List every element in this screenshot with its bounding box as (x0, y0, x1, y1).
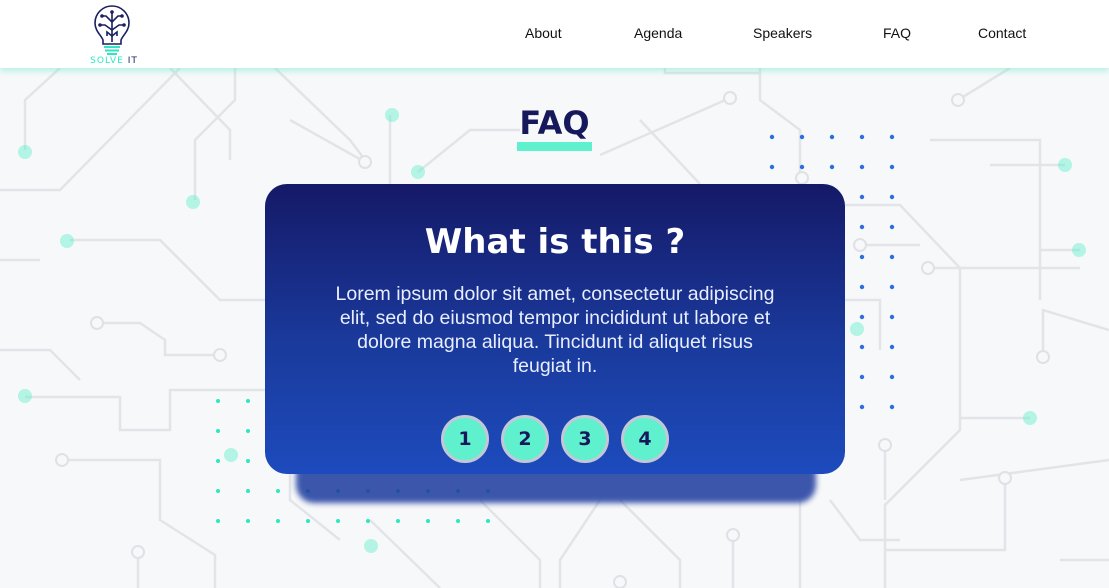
decor-dot (859, 374, 865, 380)
nav-link-speakers[interactable]: Speakers (753, 25, 812, 41)
faq-pagination: 1 2 3 4 (441, 415, 671, 463)
decor-dot (216, 399, 220, 403)
page-button-3[interactable]: 3 (561, 415, 609, 463)
decor-dot (889, 344, 895, 350)
faq-card: What is this ? Lorem ipsum dolor sit ame… (265, 184, 845, 474)
decor-dot (246, 399, 250, 403)
decor-dot (859, 194, 865, 200)
decor-dot (889, 194, 895, 200)
section-title: FAQ (517, 104, 592, 151)
decor-dot (859, 164, 865, 170)
decor-dot (889, 404, 895, 410)
faq-section-header: FAQ (0, 104, 1109, 151)
decor-dot (859, 314, 865, 320)
faq-answer: Lorem ipsum dolor sit amet, consectetur … (335, 283, 775, 377)
decor-dot (306, 519, 310, 523)
decor-dot (889, 224, 895, 230)
decor-dot (769, 164, 775, 170)
faq-question: What is this ? (424, 222, 686, 262)
decor-dot (216, 489, 220, 493)
nav-link-about[interactable]: About (525, 25, 562, 41)
decor-dot (216, 429, 220, 433)
logo-text-it: IT (127, 56, 138, 66)
decor-dot (859, 224, 865, 230)
decor-dot (799, 164, 805, 170)
navbar: SOLVE IT About Agenda Speakers FAQ Conta… (0, 0, 1109, 68)
logo-text: SOLVE IT (86, 56, 142, 66)
decor-dot (276, 489, 280, 493)
decor-dot (426, 519, 430, 523)
decor-dot (889, 314, 895, 320)
decor-dot (246, 429, 250, 433)
decor-dot (486, 519, 490, 523)
decor-dot (216, 519, 220, 523)
decor-dot (336, 519, 340, 523)
decor-dot (859, 404, 865, 410)
page-button-2[interactable]: 2 (501, 415, 549, 463)
page-button-4[interactable]: 4 (621, 415, 669, 463)
decor-dot (276, 519, 280, 523)
decor-dot (216, 459, 220, 463)
logo[interactable]: SOLVE IT (86, 2, 142, 68)
decor-dot (246, 519, 250, 523)
nav-link-agenda[interactable]: Agenda (634, 25, 682, 41)
decor-dot (246, 459, 250, 463)
decor-dot (889, 374, 895, 380)
decor-dot (396, 519, 400, 523)
logo-text-solve: SOLVE (90, 56, 124, 66)
nav-link-faq[interactable]: FAQ (883, 25, 911, 41)
nav-link-contact[interactable]: Contact (978, 25, 1026, 41)
decor-dot (246, 489, 250, 493)
decor-dot (889, 284, 895, 290)
decor-dot (366, 519, 370, 523)
decor-dot (889, 164, 895, 170)
page-button-1[interactable]: 1 (441, 415, 489, 463)
decor-dot (859, 284, 865, 290)
decor-dot (829, 164, 835, 170)
lightbulb-circuit-icon (94, 5, 130, 55)
decor-dot (859, 254, 865, 260)
decor-dot (889, 254, 895, 260)
decor-dot (859, 344, 865, 350)
decor-dot (456, 519, 460, 523)
